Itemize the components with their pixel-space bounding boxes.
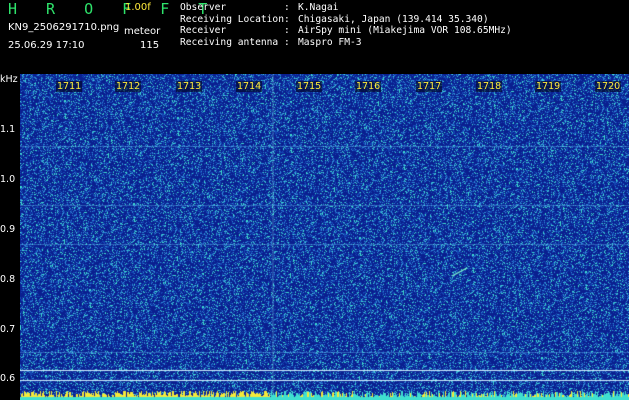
frequency-axis: kHz 1.1 1.0 0.9 0.8 0.7 0.6 [0,74,20,400]
location-value: Chigasaki, Japan (139.414 35.340) [298,13,489,25]
antenna-sep: : [284,36,290,48]
location-sep: : [284,13,290,25]
time-tick-label: 1714 [236,81,263,92]
location-row: Receiving Location : Chigasaki, Japan (1… [180,14,512,26]
time-tick-label: 1717 [416,81,443,92]
receiver-sep: : [284,25,290,37]
timestamp: 25.06.29 17:10 [8,40,85,51]
location-key: Receiving Location [180,13,284,25]
y-tick-label: 0.9 [0,224,16,235]
y-tick-label: 1.0 [0,174,16,185]
y-unit-label: kHz [0,74,18,85]
version-label: 1.00f [125,2,151,13]
time-tick-label: 1712 [115,81,142,92]
observer-row: Observer : K.Nagai [180,2,512,14]
antenna-value: Maspro FM-3 [298,36,362,48]
time-tick-label: 1718 [476,81,503,92]
time-tick-label: 1720 [595,81,622,92]
receiver-row: Receiver : AirSpy mini (Miakejima VOR 10… [180,25,512,37]
y-tick-label: 0.7 [0,324,16,335]
y-tick-label: 0.6 [0,373,16,384]
time-tick-label: 1716 [355,81,382,92]
meteor-label: meteor [124,26,161,37]
y-tick-label: 0.8 [0,274,16,285]
observation-info: Observer : K.Nagai Receiving Location : … [180,2,512,48]
file-name: KN9_2506291710.png [8,22,120,33]
meteor-count: 115 [140,40,160,51]
spectrogram-canvas[interactable] [20,74,629,400]
observer-key: Observer [180,2,227,13]
receiver-key: Receiver [180,25,227,37]
observer-value: K.Nagai [298,2,339,13]
time-tick-label: 1713 [176,81,203,92]
receiver-value: AirSpy mini (Miakejima VOR 108.65MHz) [298,25,512,37]
time-tick-label: 1711 [56,81,83,92]
time-tick-label: 1719 [535,81,562,92]
y-tick-label: 1.1 [0,124,16,135]
antenna-row: Receiving antenna : Maspro FM-3 [180,37,512,49]
observer-sep: : [284,2,290,13]
time-tick-label: 1715 [296,81,323,92]
antenna-key: Receiving antenna [180,36,279,48]
header: H R O F F T 1.00f KN9_2506291710.png met… [0,0,629,74]
